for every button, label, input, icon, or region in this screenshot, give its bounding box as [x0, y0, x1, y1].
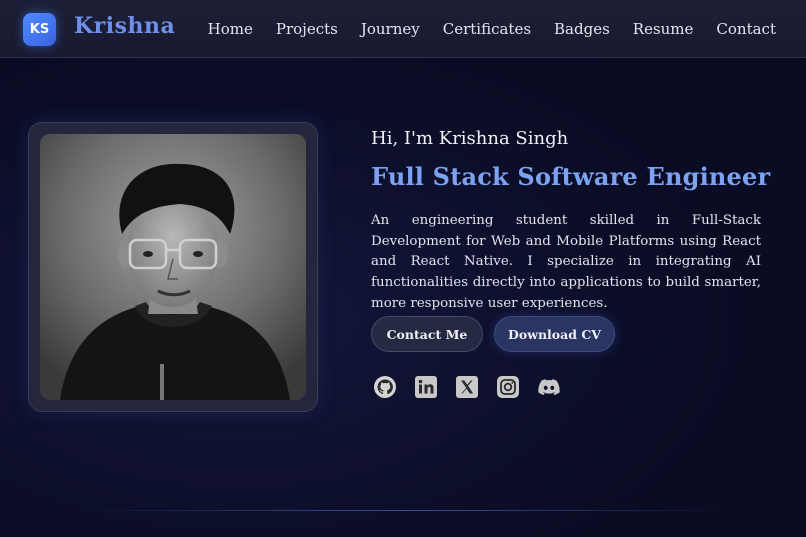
instagram-icon[interactable] — [496, 375, 520, 399]
profile-photo-illustration — [40, 134, 306, 400]
contact-me-button[interactable]: Contact Me — [371, 316, 483, 352]
bottom-divider-glow — [80, 510, 730, 511]
nav-link-home[interactable]: Home — [208, 20, 253, 38]
download-cv-button[interactable]: Download CV — [494, 316, 615, 352]
nav-link-certificates[interactable]: Certificates — [443, 20, 531, 38]
profile-photo-frame — [28, 122, 318, 412]
nav-link-journey[interactable]: Journey — [361, 20, 420, 38]
brand-name[interactable]: Krishna — [74, 13, 175, 39]
nav-link-badges[interactable]: Badges — [554, 20, 610, 38]
social-links — [373, 375, 561, 399]
nav-links: Home Projects Journey Certificates Badge… — [208, 0, 776, 58]
x-icon[interactable] — [455, 375, 479, 399]
logo-badge[interactable]: KS — [23, 13, 56, 46]
linkedin-icon[interactable] — [414, 375, 438, 399]
hero-role-title: Full Stack Software Engineer — [371, 162, 771, 191]
discord-icon[interactable] — [537, 375, 561, 399]
nav-link-projects[interactable]: Projects — [276, 20, 338, 38]
github-icon[interactable] — [373, 375, 397, 399]
hero-greeting: Hi, I'm Krishna Singh — [371, 128, 569, 149]
navbar: KS Krishna Home Projects Journey Certifi… — [0, 0, 806, 58]
nav-link-contact[interactable]: Contact — [716, 20, 776, 38]
profile-photo — [40, 134, 306, 400]
hero-bio: An engineering student skilled in Full-S… — [371, 213, 761, 311]
nav-link-resume[interactable]: Resume — [633, 20, 694, 38]
